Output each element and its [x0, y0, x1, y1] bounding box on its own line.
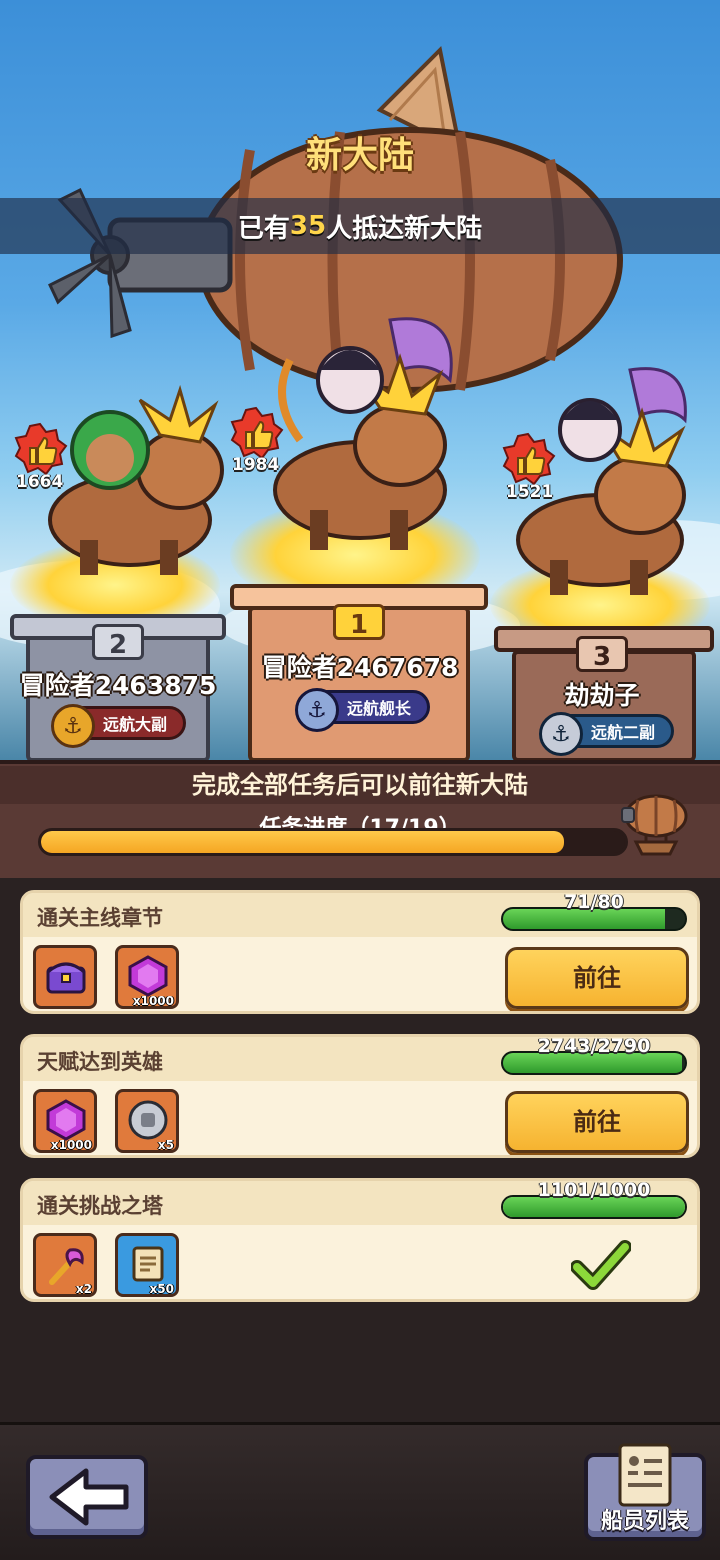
like-count-rank-2: 1664	[16, 472, 64, 492]
arrival-scene: 新大陆 已有 35 人抵达新大陆 1664 1984 1521 2 冒险者246…	[0, 0, 720, 760]
reward-item[interactable]: x1000	[115, 945, 179, 1009]
reward-count: x50	[149, 1282, 174, 1296]
task-progress-text: 71/80	[564, 891, 624, 913]
back-arrow-icon	[49, 1468, 129, 1526]
like-count-rank-3: 1521	[506, 482, 554, 502]
go-button[interactable]: 前往	[505, 1091, 689, 1153]
silver-coin-icon	[128, 1100, 168, 1140]
reward-item[interactable]	[33, 945, 97, 1009]
like-count-rank-1: 1984	[232, 455, 280, 475]
anchor-icon: ⚓	[51, 704, 95, 748]
task-progress-text: 2743/2790	[537, 1035, 651, 1057]
airship-icon	[621, 794, 688, 856]
task-card: 通关挑战之塔 1101/1000 x2 x50	[20, 1178, 700, 1302]
reward-item[interactable]: x5	[115, 1089, 179, 1153]
task-title: 通关主线章节	[37, 906, 163, 930]
purple-gem-icon	[46, 1099, 86, 1141]
reward-count: x1000	[132, 994, 174, 1008]
bottom-bar: 船员列表	[0, 1422, 720, 1560]
back-button[interactable]	[26, 1455, 148, 1539]
rank-3-plate: 3	[576, 636, 628, 672]
task-title: 天赋达到英雄	[37, 1050, 163, 1074]
arrival-prefix: 已有	[237, 213, 290, 244]
crew-list-button[interactable]: 船员列表	[584, 1443, 706, 1541]
treasure-chest-icon	[46, 962, 86, 994]
task-title: 通关挑战之塔	[37, 1194, 163, 1218]
reward-item[interactable]: x1000	[33, 1089, 97, 1153]
player-name-rank-3: 劫劫子	[564, 681, 640, 710]
reward-count: x5	[157, 1138, 174, 1152]
go-button[interactable]: 前往	[505, 947, 689, 1009]
completed-check-icon	[571, 1240, 631, 1290]
thumbs-up-icon[interactable]	[12, 422, 68, 478]
badge-label: 远航舰长	[347, 699, 412, 718]
anchor-icon: ⚓	[295, 688, 339, 732]
task-card: 通关主线章节 71/80 x1000 前往	[20, 890, 700, 1014]
arrival-suffix: 人抵达新大陆	[326, 213, 483, 244]
reward-count: x1000	[50, 1138, 92, 1152]
task-list: 通关主线章节 71/80 x1000 前往 天赋达到英雄 2743/2790 x…	[0, 878, 720, 1422]
magic-scepter-icon	[49, 1248, 84, 1285]
scroll-icon	[132, 1246, 164, 1282]
badge-label: 远航二副	[591, 723, 656, 742]
anchor-icon: ⚓	[539, 712, 583, 756]
task-progress-panel: 完成全部任务后可以前往新大陆 任务进度（17/19）	[0, 760, 720, 878]
arrival-banner: 已有 35 人抵达新大陆	[0, 198, 720, 254]
purple-gem-icon	[128, 955, 168, 997]
task-progress-text: 1101/1000	[537, 1179, 651, 1201]
arrival-count: 35	[289, 211, 327, 241]
crew-list-label: 船员列表	[600, 1509, 689, 1534]
unlock-notice: 完成全部任务后可以前往新大陆	[0, 766, 720, 804]
title-badge-rank-2: ⚓ 远航大副	[51, 704, 187, 748]
crew-list-icon	[618, 1443, 672, 1507]
title-badge-rank-1: ⚓ 远航舰长	[295, 688, 431, 732]
thumbs-up-icon[interactable]	[500, 432, 556, 488]
task-card: 天赋达到英雄 2743/2790 x1000 x5 前往	[20, 1034, 700, 1158]
reward-item[interactable]: x2	[33, 1233, 97, 1297]
reward-count: x2	[75, 1282, 92, 1296]
thumbs-up-icon[interactable]	[228, 406, 284, 462]
overall-progress-fill	[41, 831, 564, 853]
rank-2-plate: 2	[92, 624, 144, 660]
title-badge-rank-3: ⚓ 远航二副	[539, 712, 675, 756]
player-name-rank-1: 冒险者2467678	[261, 653, 459, 682]
page-title: 新大陆	[305, 135, 414, 176]
rank-1-crown: 1	[333, 604, 385, 640]
overall-progress-bar	[38, 828, 628, 856]
player-name-rank-2: 冒险者2463875	[19, 671, 217, 700]
reward-item[interactable]: x50	[115, 1233, 179, 1297]
badge-label: 远航大副	[103, 715, 168, 734]
